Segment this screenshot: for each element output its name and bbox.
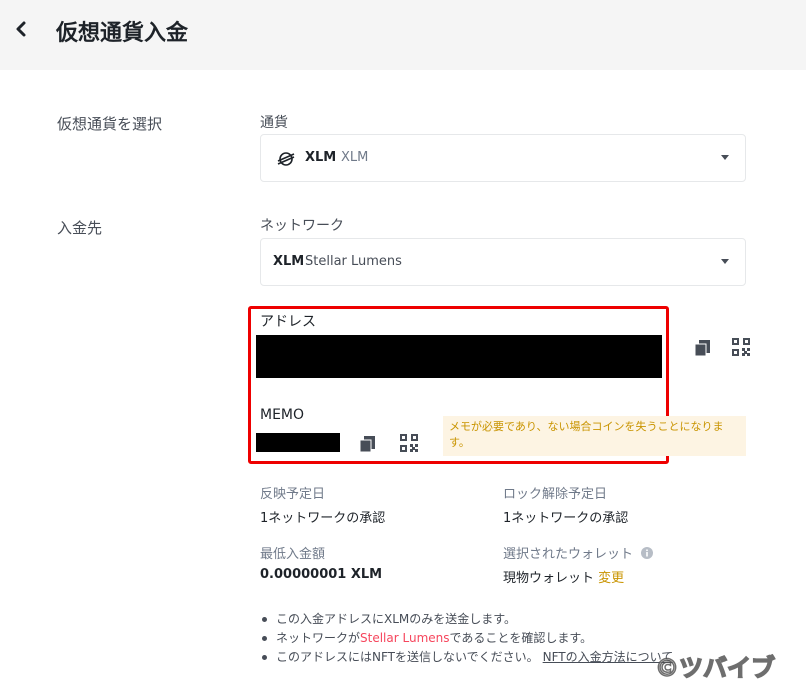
chevron-left-icon[interactable] [14,18,36,44]
selected-wallet-label: 選択されたウォレット [503,543,654,562]
currency-name: XLM [341,150,369,165]
note-text: このアドレスにはNFTを送信しないでください。 [276,650,539,664]
min-deposit-value: 0.00000001 XLM [260,567,383,582]
select-currency-label: 仮想通貨を選択 [57,115,163,133]
network-select[interactable]: XLM Stellar Lumens [260,238,746,286]
chevron-down-icon [721,259,729,264]
currency-field-label: 通貨 [260,115,288,131]
selected-wallet-value-row: 現物ウォレット 変更 [503,567,624,586]
memo-label: MEMO [260,407,305,423]
stellar-icon [277,150,295,168]
page-title: 仮想通貨入金 [56,21,189,46]
qr-code-icon[interactable] [400,434,418,452]
network-highlight: Stellar Lumens [360,631,450,645]
network-symbol: XLM [273,254,305,269]
chevron-down-icon [721,155,729,160]
selected-wallet-value: 現物ウォレット [503,571,595,586]
info-icon[interactable] [641,547,654,559]
memo-value-redacted [256,433,340,452]
unlock-date-value: 1ネットワークの承認 [503,511,629,526]
copy-icon[interactable] [359,435,377,453]
destination-label: 入金先 [57,219,103,237]
copy-icon[interactable] [694,339,712,357]
unlock-date-label: ロック解除予定日 [503,487,608,502]
watermark: ©ツバイブ [654,653,776,683]
currency-select[interactable]: XLM XLM [260,134,746,182]
address-value-redacted [256,335,662,378]
network-field-label: ネットワーク [260,218,344,234]
reflect-date-value: 1ネットワークの承認 [260,511,386,526]
address-label: アドレス [260,314,316,330]
note-item: この入金アドレスにXLMのみを送金します。 [260,610,790,629]
reflect-date-label: 反映予定日 [260,487,326,502]
note-item: ネットワークがStellar Lumensであることを確認します。 [260,629,790,648]
note-text: この入金アドレスにXLMのみを送金します。 [276,612,517,626]
qr-code-icon[interactable] [732,338,750,356]
page-header: 仮想通貨入金 [0,0,806,70]
change-wallet-link[interactable]: 変更 [598,571,624,586]
nft-deposit-link[interactable]: NFTの入金方法について [543,650,674,664]
note-text: ネットワークが [276,631,361,645]
note-text: であることを確認します。 [449,631,593,645]
currency-symbol: XLM [305,150,337,165]
network-name: Stellar Lumens [305,254,402,269]
min-deposit-label: 最低入金額 [260,547,326,562]
selected-wallet-text: 選択されたウォレット [503,547,634,562]
memo-warning: メモが必要であり、ない場合コインを失うことになります。 [443,416,746,456]
